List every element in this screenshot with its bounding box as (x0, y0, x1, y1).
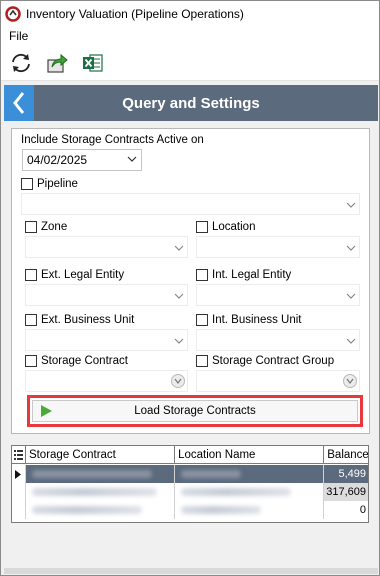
ext-business-unit-dropdown[interactable] (25, 329, 188, 351)
storage-contract-group-label: Storage Contract Group (212, 355, 335, 367)
settings-panel: Include Storage Contracts Active on 04/0… (11, 128, 370, 434)
chevron-left-icon (13, 92, 25, 114)
storage-contract-checkbox[interactable]: Storage Contract (25, 355, 128, 367)
location-label: Location (212, 221, 256, 233)
row-indicator (12, 483, 26, 501)
column-header[interactable]: Storage Contract (26, 446, 176, 464)
grid-header: Storage Contract Location Name Balance (12, 446, 368, 464)
chevron-down-icon (346, 245, 356, 251)
int-legal-entity-dropdown[interactable] (196, 284, 360, 306)
table-row[interactable]: 0 (12, 501, 368, 519)
row-pointer-icon (15, 469, 22, 479)
date-value: 04/02/2025 (27, 153, 88, 167)
window-title: Inventory Valuation (Pipeline Operations… (26, 7, 244, 21)
column-header[interactable]: Balance (324, 446, 368, 464)
query-settings-header: Query and Settings (4, 85, 378, 121)
checkbox-box[interactable] (25, 355, 37, 367)
status-strip (4, 568, 378, 574)
add-selection-button[interactable] (343, 374, 357, 388)
app-window: Inventory Valuation (Pipeline Operations… (0, 0, 380, 576)
zone-checkbox[interactable]: Zone (25, 221, 67, 233)
row-indicator (12, 465, 26, 483)
chevron-down-icon (174, 378, 182, 384)
export-button[interactable] (43, 49, 71, 77)
export-arrow-icon (47, 53, 68, 73)
title-bar: Inventory Valuation (Pipeline Operations… (1, 1, 379, 27)
checkbox-box[interactable] (196, 221, 208, 233)
active-date-picker[interactable]: 04/02/2025 (22, 149, 142, 171)
ext-business-unit-checkbox[interactable]: Ext. Business Unit (25, 314, 134, 326)
pipeline-checkbox[interactable]: Pipeline (21, 178, 78, 190)
header-title: Query and Settings (122, 94, 260, 112)
chevron-down-icon (346, 293, 356, 299)
load-button-label: Load Storage Contracts (134, 405, 256, 417)
location-checkbox[interactable]: Location (196, 221, 255, 233)
pipeline-dropdown[interactable] (21, 193, 360, 215)
table-row[interactable]: 5,499 (12, 465, 368, 483)
table-row[interactable]: 317,609 (12, 483, 368, 501)
int-legal-entity-checkbox[interactable]: Int. Legal Entity (196, 269, 291, 281)
menu-file[interactable]: File (9, 29, 28, 43)
zone-label: Zone (41, 221, 68, 233)
ext-legal-entity-label: Ext. Legal Entity (41, 269, 125, 281)
cell-redacted (25, 465, 176, 483)
chevron-down-icon (346, 338, 356, 344)
column-chooser-icon[interactable] (12, 446, 26, 464)
load-storage-contracts-button[interactable]: Load Storage Contracts (32, 400, 358, 422)
balance-cell: 0 (324, 501, 368, 519)
checkbox-box[interactable] (196, 269, 208, 281)
back-button[interactable] (4, 85, 34, 121)
cell-redacted (25, 483, 176, 501)
refresh-icon (12, 53, 30, 72)
ext-business-unit-label: Ext. Business Unit (41, 314, 135, 326)
checkbox-box[interactable] (25, 221, 37, 233)
refresh-button[interactable] (7, 49, 35, 77)
checkbox-box[interactable] (25, 314, 37, 326)
int-legal-entity-label: Int. Legal Entity (212, 269, 292, 281)
storage-contract-selector[interactable] (25, 370, 188, 392)
add-selection-button[interactable] (171, 374, 185, 388)
chevron-down-icon (174, 338, 184, 344)
play-icon (41, 405, 52, 417)
ext-legal-entity-dropdown[interactable] (25, 284, 188, 306)
ext-legal-entity-checkbox[interactable]: Ext. Legal Entity (25, 269, 124, 281)
chevron-down-icon (346, 202, 356, 208)
cell-redacted (175, 465, 325, 483)
chevron-down-icon (127, 156, 137, 162)
chevron-down-icon (174, 293, 184, 299)
balance-cell: 317,609 (324, 483, 368, 501)
storage-contract-group-checkbox[interactable]: Storage Contract Group (196, 355, 334, 367)
menu-bar: File (1, 27, 379, 45)
load-button-highlight: Load Storage Contracts (27, 395, 363, 427)
active-on-label: Include Storage Contracts Active on (21, 134, 204, 146)
cell-redacted (175, 501, 325, 519)
zone-dropdown[interactable] (25, 236, 188, 258)
int-business-unit-dropdown[interactable] (196, 329, 360, 351)
toolbar (1, 45, 379, 81)
cell-redacted (175, 483, 325, 501)
int-business-unit-checkbox[interactable]: Int. Business Unit (196, 314, 301, 326)
app-logo-icon (5, 6, 21, 22)
excel-icon (83, 53, 103, 72)
storage-contract-group-selector[interactable] (196, 370, 360, 392)
checkbox-box[interactable] (25, 269, 37, 281)
column-header[interactable]: Location Name (175, 446, 325, 464)
excel-button[interactable] (79, 49, 107, 77)
checkbox-box[interactable] (196, 314, 208, 326)
int-business-unit-label: Int. Business Unit (212, 314, 302, 326)
checkbox-box[interactable] (21, 178, 33, 190)
storage-contracts-grid[interactable]: Storage Contract Location Name Balance 5… (11, 445, 369, 523)
chevron-down-icon (346, 378, 354, 384)
pipeline-label: Pipeline (37, 178, 78, 190)
location-dropdown[interactable] (196, 236, 360, 258)
row-indicator (12, 501, 26, 519)
cell-redacted (25, 501, 176, 519)
storage-contract-label: Storage Contract (41, 355, 128, 367)
chevron-down-icon (174, 245, 184, 251)
checkbox-box[interactable] (196, 355, 208, 367)
balance-cell: 5,499 (324, 465, 368, 483)
